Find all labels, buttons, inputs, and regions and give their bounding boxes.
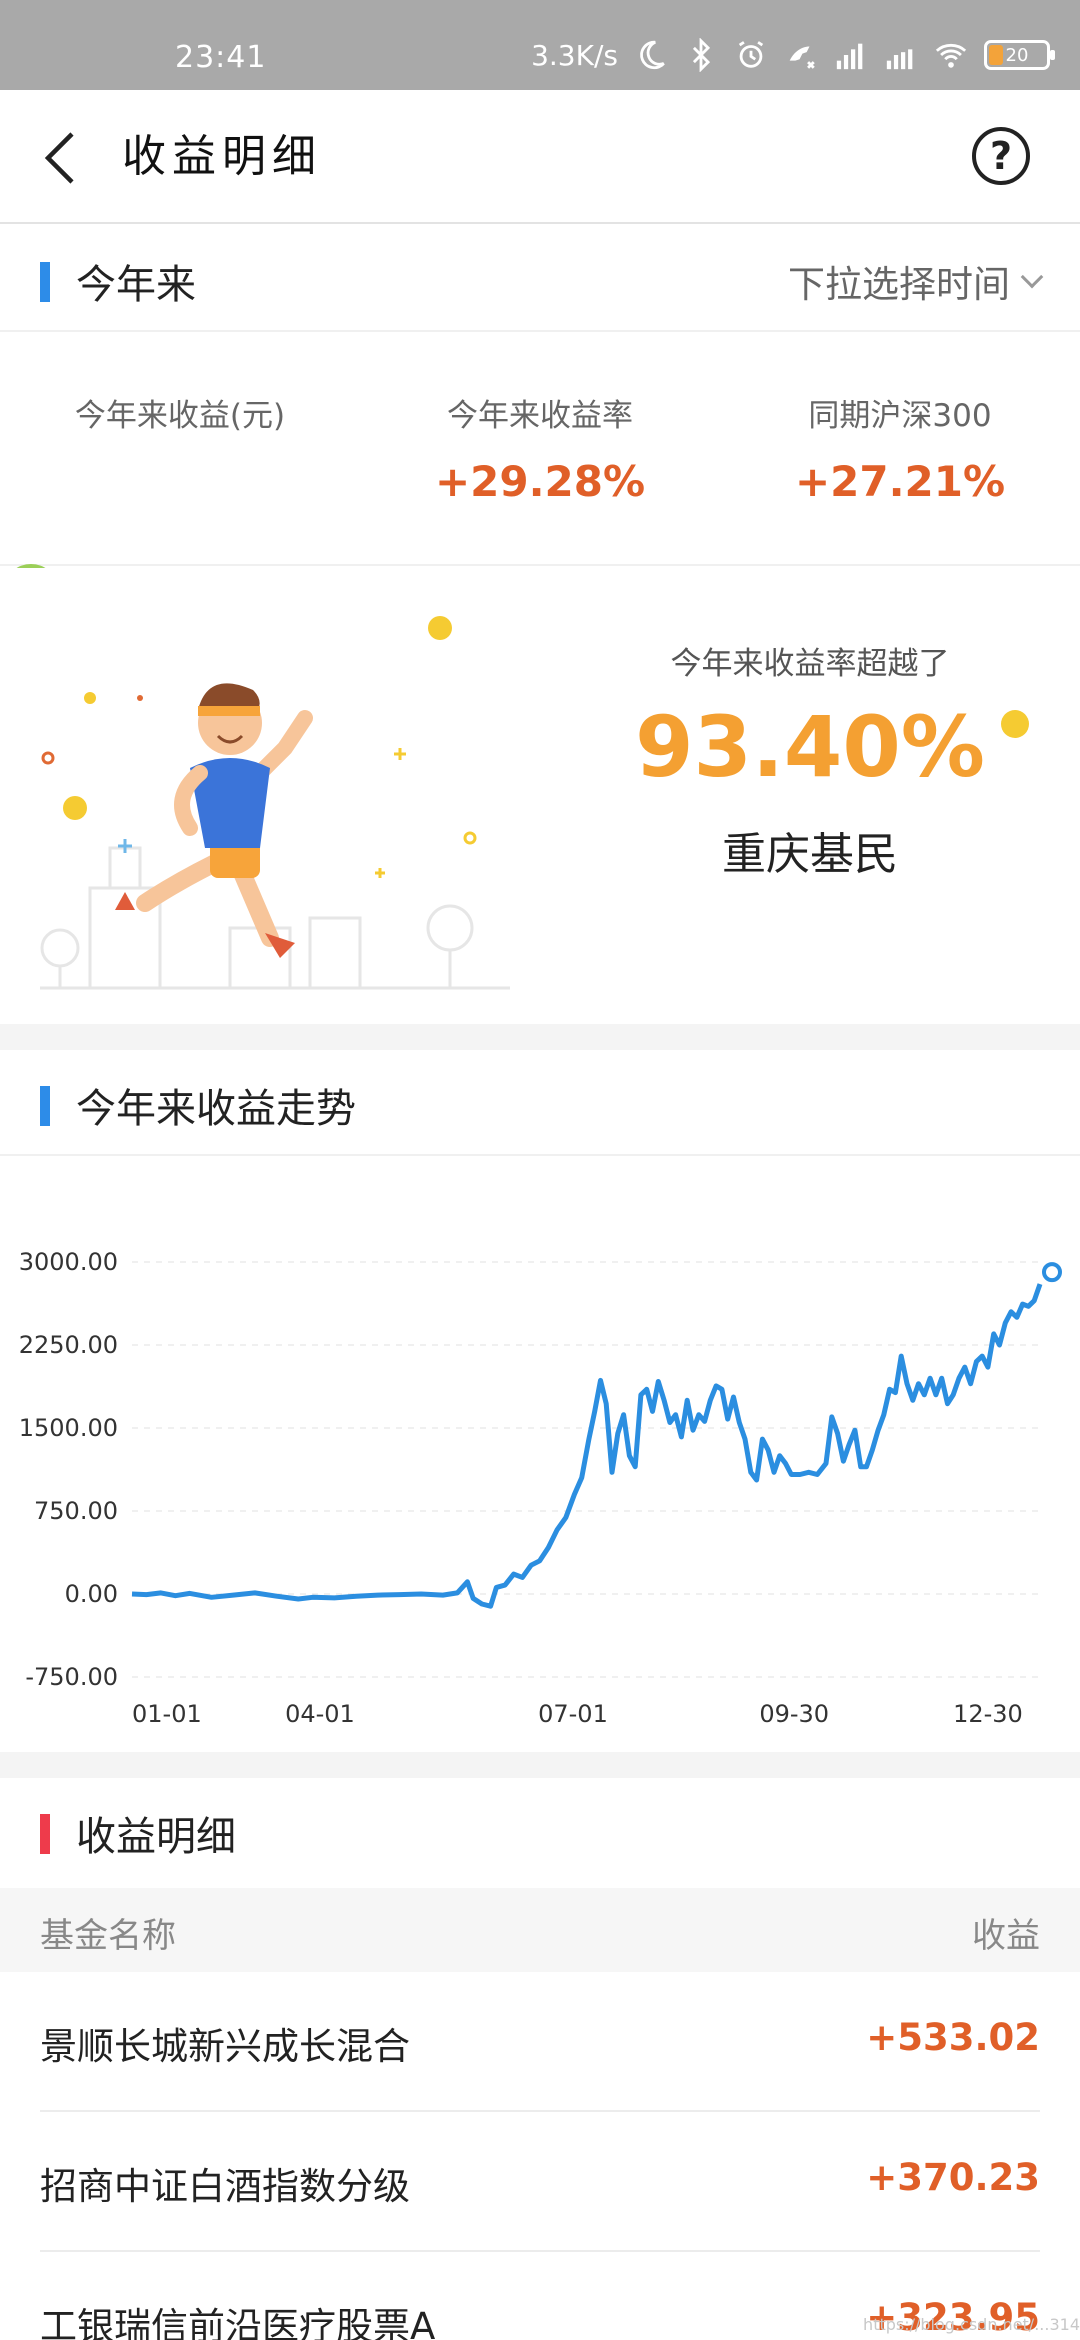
- signal-icon: [836, 43, 863, 70]
- x-tick-label: 01-01: [132, 1700, 202, 1728]
- chevron-down-icon: [1020, 265, 1044, 289]
- stat-value: +27.21%: [794, 457, 1006, 506]
- stat-hs300: 同期沪深300 +27.21%: [720, 330, 1080, 564]
- section-marker: [40, 1814, 50, 1854]
- stat-label: 今年来收益(元): [74, 398, 286, 434]
- y-tick-label: 3000.00: [19, 1248, 118, 1276]
- column-income: 收益: [972, 1916, 1040, 1956]
- fund-name: 景顺长城新兴成长混合: [40, 2025, 410, 2068]
- beat-group: 重庆基民: [722, 829, 898, 880]
- call-off-icon: [789, 46, 815, 69]
- beat-label: 今年来收益率超越了: [670, 646, 950, 682]
- fund-income: +533.02: [866, 2016, 1040, 2059]
- y-tick-label: -750.00: [25, 1663, 118, 1691]
- ranking-banner: 今年来收益率超越了 93.40% 重庆基民: [0, 568, 1080, 1024]
- stat-label: 同期沪深300: [808, 398, 992, 434]
- y-tick-label: 750.00: [34, 1497, 118, 1525]
- back-icon[interactable]: [38, 128, 88, 188]
- beat-percentage: 93.40%: [635, 698, 985, 796]
- section-marker: [40, 1086, 50, 1126]
- summary-stats: 今年来收益(元) 今年来收益率 +29.28% 同期沪深300 +27.21%: [0, 330, 1080, 566]
- summary-header: 今年来 下拉选择时间: [0, 226, 1080, 332]
- details-section-label: 收益明细: [76, 1814, 236, 1860]
- trend-section-label: 今年来收益走势: [76, 1086, 356, 1132]
- hd-signal-icon: [886, 49, 913, 70]
- stat-ytd-rate: 今年来收益率 +29.28%: [360, 330, 720, 564]
- status-time: 23:41: [175, 40, 267, 75]
- help-icon[interactable]: ?: [972, 127, 1030, 185]
- column-fund-name: 基金名称: [40, 1916, 176, 1956]
- coin-icon: [1001, 710, 1029, 738]
- end-point-marker: [1042, 1262, 1062, 1283]
- stat-ytd-income: 今年来收益(元): [0, 330, 360, 564]
- net-speed: 3.3K/s: [531, 38, 618, 72]
- table-row[interactable]: 景顺长城新兴成长混合 +533.02: [40, 1972, 1040, 2112]
- stat-value: +29.28%: [434, 457, 646, 506]
- x-tick-label: 07-01: [538, 1700, 608, 1728]
- trend-chart-svg: 3000.00 2250.00 1500.00 750.00 0.00 -750.00 01…: [19, 1248, 1062, 1728]
- status-bar: 23:41 3.3K/s 20: [0, 0, 1080, 90]
- stat-label: 今年来收益率: [447, 398, 633, 434]
- details-table-header: 基金名称 收益: [0, 1888, 1080, 1972]
- section-divider: [0, 1752, 1080, 1778]
- details-header: 收益明细: [0, 1778, 1080, 1884]
- bluetooth-icon: [692, 38, 711, 72]
- status-icons: 3.3K/s 20: [531, 38, 1055, 72]
- x-tick-label: 04-01: [285, 1700, 355, 1728]
- y-tick-label: 0.00: [65, 1580, 118, 1608]
- page-title: 收益明细: [122, 131, 322, 182]
- time-picker[interactable]: 下拉选择时间: [788, 254, 1044, 308]
- table-row[interactable]: 招商中证白酒指数分级 +370.23: [40, 2112, 1040, 2252]
- battery-icon: 20: [984, 40, 1055, 70]
- fund-income: +370.23: [866, 2156, 1040, 2199]
- watermark: https://blog.csdn.net/...314: [863, 2315, 1080, 2334]
- x-tick-label: 12-30: [953, 1700, 1023, 1728]
- moon-icon: [640, 40, 665, 70]
- series-line: [131, 1283, 1043, 1609]
- trend-chart: 3000.00 2250.00 1500.00 750.00 0.00 -750.00 01…: [0, 1162, 1080, 1750]
- trend-header: 今年来收益走势: [0, 1050, 1080, 1156]
- section-divider: [0, 1024, 1080, 1050]
- fund-name: 工银瑞信前沿医疗股票A: [40, 2305, 436, 2340]
- summary-section-label: 今年来: [76, 262, 196, 308]
- fund-name: 招商中证白酒指数分级: [40, 2165, 410, 2208]
- time-picker-label: 下拉选择时间: [788, 263, 1010, 306]
- wifi-icon: [935, 43, 967, 68]
- section-marker: [40, 262, 50, 302]
- y-tick-label: 1500.00: [19, 1414, 118, 1442]
- x-tick-label: 09-30: [759, 1700, 829, 1728]
- running-man-illustration: [40, 616, 510, 990]
- alarm-icon: [738, 41, 764, 68]
- nav-bar: 收益明细 ?: [0, 90, 1080, 224]
- y-tick-label: 2250.00: [19, 1331, 118, 1359]
